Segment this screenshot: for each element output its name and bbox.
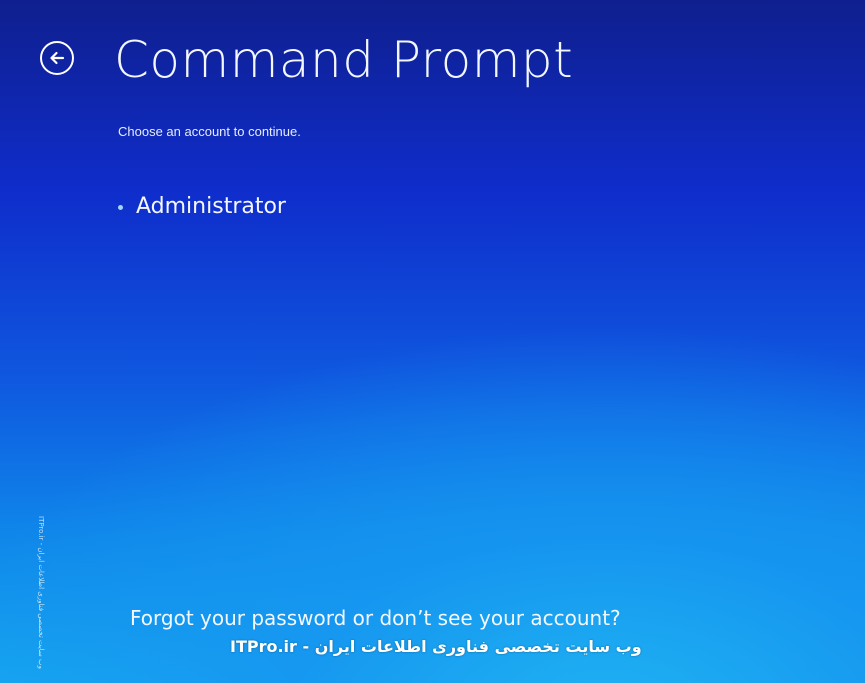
recovery-screen: Command Prompt Choose an account to cont…	[0, 0, 865, 683]
forgot-password-link[interactable]: Forgot your password or don’t see your a…	[130, 604, 621, 632]
account-item-administrator[interactable]: Administrator	[118, 192, 286, 222]
side-watermark: ITPro.ir - وب سایت تخصصی فناوری اطلاعات …	[34, 516, 48, 681]
back-arrow-icon	[50, 51, 65, 65]
back-button[interactable]	[40, 41, 74, 75]
account-list: Administrator	[118, 192, 286, 222]
side-watermark-text: ITPro.ir - وب سایت تخصصی فناوری اطلاعات …	[37, 516, 45, 669]
page-title: Command Prompt	[114, 31, 574, 89]
instruction-text: Choose an account to continue.	[118, 124, 301, 139]
bullet-icon	[118, 204, 123, 210]
watermark-text: ITPro.ir - وب سایت تخصصی فناوری اطلاعات …	[230, 637, 642, 656]
account-name: Administrator	[136, 194, 286, 219]
